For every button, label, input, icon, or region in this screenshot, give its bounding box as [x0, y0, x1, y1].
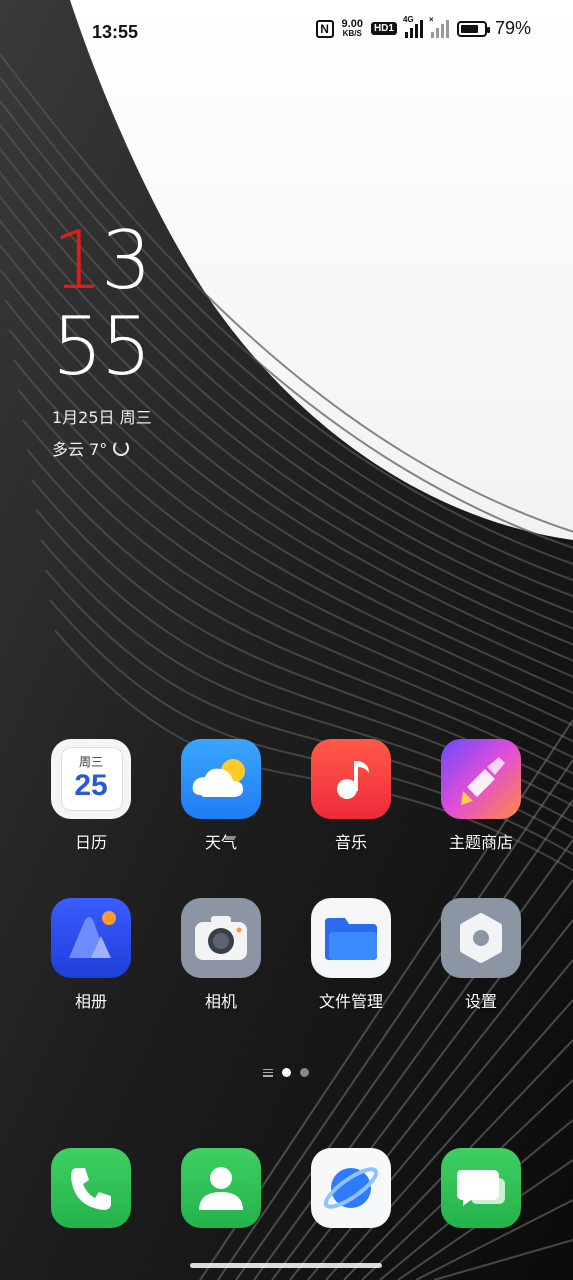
calendar-icon: 周三 25: [51, 739, 131, 819]
app-label: 文件管理: [318, 992, 383, 1011]
theme-store-icon: [441, 739, 521, 819]
app-weather[interactable]: 天气: [171, 739, 271, 853]
status-time: 13:55: [92, 22, 139, 42]
clock-hours: 13: [52, 218, 172, 304]
signal-sim2-tag: ×: [428, 14, 434, 24]
app-theme-store[interactable]: 主题商店: [431, 739, 531, 853]
app-label: 日历: [74, 833, 107, 852]
page-dot-2[interactable]: [300, 1068, 309, 1077]
app-file-manager[interactable]: 文件管理: [301, 898, 401, 1012]
clock-weather: 多云 7°: [52, 436, 172, 460]
music-icon: [311, 739, 391, 819]
dock-browser[interactable]: [301, 1148, 401, 1228]
signal-sim2-icon: ×: [429, 15, 449, 38]
wallpaper: [0, 0, 573, 1280]
app-label: 主题商店: [448, 833, 513, 852]
battery-fill: [460, 24, 479, 33]
page-indicator[interactable]: [263, 1068, 309, 1077]
network-speed-unit: KB/S: [342, 28, 362, 38]
app-label: 相册: [74, 992, 107, 1011]
clock-hour-second-digit: 3: [100, 214, 152, 307]
settings-icon: [441, 898, 521, 978]
status-icons: N 9.00 KB/S HD1 4G × 79%: [315, 15, 531, 39]
app-label: 设置: [464, 992, 497, 1011]
app-label: 音乐: [334, 833, 367, 852]
network-speed: 9.00 KB/S: [341, 17, 363, 38]
network-speed-value: 9.00: [341, 17, 363, 30]
calendar-day: 25: [74, 769, 108, 802]
app-label: 天气: [204, 833, 237, 852]
dock-contacts[interactable]: [171, 1148, 271, 1228]
clock-minutes: 55: [52, 300, 152, 393]
hd-voice-icon: HD1: [370, 22, 397, 35]
clock-widget[interactable]: 13 55 1月25日 周三 多云 7°: [52, 218, 172, 460]
signal-4g-icon: 4G: [403, 15, 423, 38]
page-list-icon[interactable]: [263, 1068, 273, 1077]
app-gallery[interactable]: 相册: [41, 898, 141, 1012]
app-label: 相机: [204, 992, 237, 1011]
page-dot-1[interactable]: [282, 1068, 291, 1077]
file-manager-icon: [311, 898, 391, 978]
signal-4g-tag: 4G: [402, 14, 414, 24]
app-camera[interactable]: 相机: [171, 898, 271, 1012]
status-bar: 13:55 N 9.00 KB/S HD1 4G × 79%: [0, 0, 573, 66]
battery-percent: 79%: [494, 18, 531, 38]
refresh-icon[interactable]: [113, 440, 130, 456]
app-settings[interactable]: 设置: [431, 898, 531, 1012]
battery-icon: [456, 20, 490, 37]
calendar-weekday: 周三: [78, 755, 103, 769]
contacts-icon: [181, 1148, 261, 1228]
app-calendar[interactable]: 周三 25 日历: [41, 739, 141, 853]
clock-hour-first-digit: 1: [52, 214, 103, 307]
phone-icon: [51, 1148, 131, 1228]
app-music[interactable]: 音乐: [301, 739, 401, 853]
browser-icon: [311, 1148, 391, 1228]
nfc-icon: N: [315, 19, 334, 38]
camera-icon: [181, 898, 261, 978]
clock-date: 1月25日 周三: [52, 408, 152, 427]
dock-messages[interactable]: [431, 1148, 531, 1228]
dock-phone[interactable]: [41, 1148, 141, 1228]
weather-icon: [181, 739, 261, 819]
gallery-icon: [51, 898, 131, 978]
messages-icon: [441, 1148, 521, 1228]
home-indicator[interactable]: [190, 1263, 382, 1268]
weather-text: 多云 7°: [52, 440, 108, 459]
